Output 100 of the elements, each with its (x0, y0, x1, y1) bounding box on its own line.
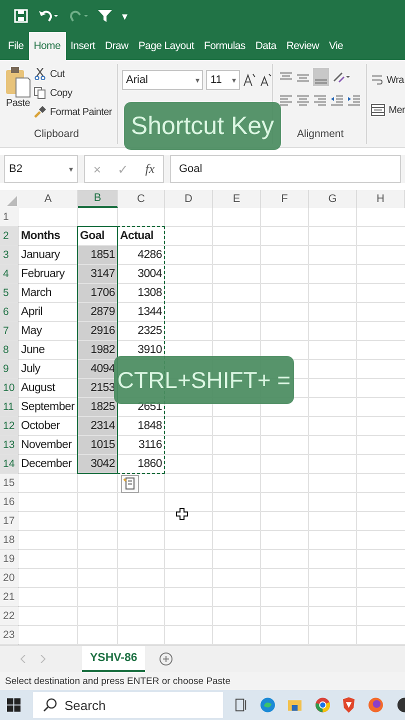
table-cell: 2916 (78, 322, 117, 340)
table-cell-text: December (20, 457, 73, 472)
table-cell: 2879 (78, 303, 117, 321)
filter-icon[interactable] (98, 9, 112, 23)
row-number[interactable]: 18 (0, 531, 19, 549)
row-number[interactable]: 6 (0, 303, 19, 321)
row-number[interactable]: 14 (0, 455, 19, 473)
column-header[interactable]: G (309, 190, 357, 208)
row-number[interactable]: 23 (0, 626, 19, 644)
row-number[interactable]: 17 (0, 512, 19, 530)
browser-icon[interactable] (260, 697, 276, 713)
app-icon[interactable] (395, 697, 405, 713)
table-cell-text: 1860 (136, 457, 163, 472)
row-number[interactable]: 12 (0, 417, 19, 435)
ribbon-tab[interactable]: Vie (324, 32, 348, 60)
column-header[interactable]: C (118, 190, 165, 208)
row-number[interactable]: 19 (0, 550, 19, 568)
row-number[interactable]: 15 (0, 474, 19, 492)
align-bottom-icon[interactable] (313, 68, 329, 86)
folder-icon[interactable] (287, 697, 303, 713)
ribbon-tab[interactable]: Formulas (199, 32, 250, 60)
row-number[interactable]: 20 (0, 569, 19, 587)
table-cell-text: May (20, 324, 43, 339)
table-cell-text: 3116 (137, 438, 163, 453)
group-label: Clipboard (34, 128, 79, 140)
row-number[interactable]: 21 (0, 588, 19, 606)
row-number[interactable]: 9 (0, 360, 19, 378)
align-left-icon[interactable] (279, 94, 293, 106)
ribbon-tab[interactable]: Insert (66, 32, 100, 60)
table-cell: 1706 (78, 284, 117, 302)
ribbon-tab[interactable]: Data (250, 32, 282, 60)
table-cell-text: June (20, 343, 46, 358)
row-number[interactable]: 7 (0, 322, 19, 340)
sheet-tab[interactable]: YSHV-86 (82, 646, 146, 672)
save-icon[interactable] (14, 9, 28, 23)
copy-icon (34, 87, 46, 99)
ribbon-tab[interactable]: Review (281, 32, 324, 60)
font-size-field[interactable]: 11 ▾ (206, 70, 240, 90)
decrease-indent-icon[interactable] (330, 94, 344, 106)
row-number[interactable]: 4 (0, 265, 19, 283)
row-number[interactable]: 10 (0, 379, 19, 397)
row-number[interactable]: 3 (0, 246, 19, 264)
table-cell-text: 3004 (136, 267, 163, 282)
chrome-icon[interactable] (314, 697, 330, 713)
table-cell-text: July (20, 362, 42, 377)
ribbon-tab[interactable]: File (3, 32, 29, 60)
row-number[interactable]: 8 (0, 341, 19, 359)
row-number[interactable]: 5 (0, 284, 19, 302)
increase-indent-icon[interactable] (347, 94, 361, 106)
windows-start-icon[interactable] (7, 698, 21, 712)
row-number[interactable]: 13 (0, 436, 19, 454)
ribbon-tab[interactable]: Home (28, 32, 66, 60)
paste-button[interactable]: Paste (6, 98, 30, 109)
status-text: Select destination and press ENTER or choose Paste (5, 676, 230, 686)
column-header[interactable]: H (357, 190, 405, 208)
table-cell-text: November (20, 438, 73, 453)
align-right-icon[interactable] (313, 94, 327, 106)
firefox-icon[interactable] (368, 697, 384, 713)
undo-icon[interactable] (38, 9, 58, 23)
row-number[interactable]: 22 (0, 607, 19, 625)
table-cell: 1982 (78, 341, 117, 359)
row-number[interactable]: 1 (0, 208, 19, 226)
cut-button[interactable]: Cut (34, 68, 112, 80)
task-view-icon[interactable] (234, 698, 248, 712)
align-center-icon[interactable] (296, 94, 310, 106)
table-cell-text: September (20, 400, 76, 415)
brush-icon (34, 106, 46, 118)
copy-button[interactable]: Copy (34, 87, 112, 99)
paste-options-icon[interactable] (121, 475, 139, 493)
wrap-icon (370, 74, 383, 86)
column-header[interactable]: D (165, 190, 213, 208)
wrap-text-button[interactable]: Wra (370, 74, 405, 86)
column-header[interactable]: B (78, 190, 118, 208)
ribbon-tab[interactable]: Draw (100, 32, 134, 60)
search-field[interactable]: Search (32, 692, 223, 718)
row-number[interactable]: 11 (0, 398, 19, 416)
group-label: Alignment (297, 128, 344, 140)
merge-button[interactable]: Mer (370, 104, 405, 116)
insert-function-button[interactable]: fx (145, 161, 155, 177)
orientation-icon[interactable] (332, 71, 350, 83)
table-cell-text: 4286 (136, 248, 163, 263)
formula-field[interactable]: Goal (170, 155, 401, 183)
font-name-field[interactable]: Arial ▾ (122, 70, 204, 90)
shrink-font-icon[interactable] (259, 73, 272, 87)
row-number[interactable]: 16 (0, 493, 19, 511)
column-header[interactable]: F (261, 190, 309, 208)
shield-icon[interactable] (342, 697, 356, 713)
customize-toolbar-button[interactable]: ▾ (122, 10, 128, 22)
paste-icon[interactable] (5, 66, 31, 98)
table-cell-text: April (20, 305, 44, 320)
format-painter-button[interactable]: Format Painter (34, 106, 112, 118)
ribbon-tab[interactable]: Page Layout (133, 32, 199, 60)
name-box[interactable]: B2 ▾ (4, 155, 78, 183)
table-cell-text: 1344 (136, 305, 163, 320)
row-number[interactable]: 2 (0, 227, 19, 245)
add-sheet-icon[interactable] (159, 652, 174, 666)
table-cell: 2314 (78, 417, 117, 435)
grow-font-icon[interactable] (243, 73, 256, 87)
search-icon (42, 698, 57, 712)
column-header[interactable]: E (213, 190, 261, 208)
